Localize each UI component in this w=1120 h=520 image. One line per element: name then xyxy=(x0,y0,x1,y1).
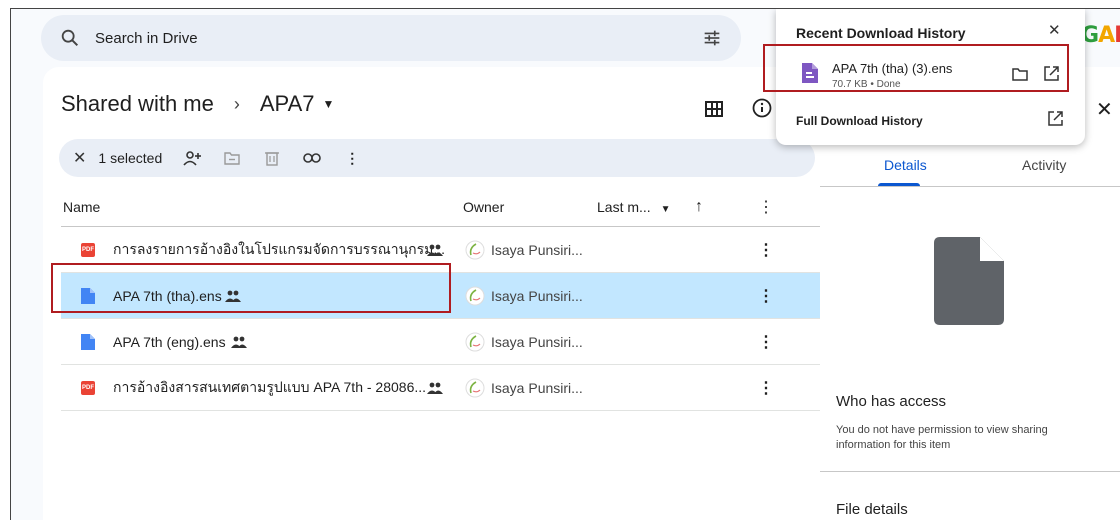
clear-selection-icon[interactable]: ✕ xyxy=(73,148,86,168)
avatar xyxy=(465,332,485,352)
avatar xyxy=(465,378,485,398)
info-icon[interactable] xyxy=(751,97,773,119)
breadcrumb-current[interactable]: APA7 xyxy=(260,91,315,117)
download-file-meta: 70.7 KB • Done xyxy=(832,79,901,90)
file-details-title: File details xyxy=(836,501,908,518)
column-more-icon[interactable]: ⋮ xyxy=(758,197,774,217)
download-file-icon xyxy=(802,63,818,83)
search-options-icon[interactable] xyxy=(701,27,723,49)
file-list: PDF การลงรายการอ้างอิงในโปรแกรมจัดการบรร… xyxy=(61,227,821,411)
table-header: Name Owner Last m... ▼ ↑ ⋮ xyxy=(61,187,821,227)
search-icon xyxy=(61,29,79,47)
file-owner: Isaya Punsiri... xyxy=(491,333,583,350)
row-more-icon[interactable]: ⋮ xyxy=(758,332,774,352)
open-external-icon[interactable] xyxy=(1044,66,1059,81)
row-more-icon[interactable]: ⋮ xyxy=(758,378,774,398)
move-to-folder-icon[interactable] xyxy=(222,148,242,168)
row-more-icon[interactable]: ⋮ xyxy=(758,286,774,306)
selection-count: 1 selected xyxy=(98,150,163,166)
file-name: APA 7th (eng).ens xyxy=(113,333,226,350)
file-name: การอ้างอิงสารสนเทศตามรูปแบบ APA 7th - 28… xyxy=(113,378,427,395)
brand-logo: GAFE xyxy=(1081,23,1120,48)
folder-icon[interactable] xyxy=(1012,67,1028,81)
caret-down-icon[interactable]: ▼ xyxy=(322,97,334,111)
divider xyxy=(820,471,1120,472)
sort-arrow-up-icon[interactable]: ↑ xyxy=(695,198,703,216)
more-actions-icon[interactable]: ⋮ xyxy=(342,148,362,168)
file-name: APA 7th (tha).ens xyxy=(113,287,222,304)
tab-activity[interactable]: Activity xyxy=(1022,157,1066,173)
table-row[interactable]: APA 7th (tha).ens Isaya Punsiri... ⋮ xyxy=(61,273,821,319)
details-tabs: Details Activity xyxy=(820,155,1120,187)
download-popup-title: Recent Download History xyxy=(796,25,966,41)
pdf-icon: PDF xyxy=(81,243,95,257)
shared-icon xyxy=(427,382,443,394)
file-owner: Isaya Punsiri... xyxy=(491,379,583,396)
close-icon[interactable]: ✕ xyxy=(1096,97,1113,122)
drive-window: Search in Drive GAFE Shared with me › AP… xyxy=(10,8,1120,520)
file-list-panel: Shared with me › APA7 ▼ ✕ 1 selected ⋮ N… xyxy=(43,67,823,520)
table-row[interactable]: PDF การลงรายการอ้างอิงในโปรแกรมจัดการบรร… xyxy=(61,227,821,273)
file-preview-icon xyxy=(934,237,1004,325)
download-file-name: APA 7th (tha) (3).ens xyxy=(832,61,953,76)
search-input[interactable]: Search in Drive xyxy=(95,30,701,47)
file-icon xyxy=(81,288,95,304)
shared-icon xyxy=(427,244,443,256)
avatar xyxy=(465,240,485,260)
download-history-popup: Recent Download History ✕ APA 7th (tha) … xyxy=(776,9,1085,145)
open-external-icon[interactable] xyxy=(1048,111,1063,126)
column-owner[interactable]: Owner xyxy=(463,199,504,215)
file-owner: Isaya Punsiri... xyxy=(491,287,583,304)
download-item[interactable]: APA 7th (tha) (3).ens 70.7 KB • Done xyxy=(780,53,1081,99)
link-icon[interactable] xyxy=(302,148,322,168)
full-download-history-link[interactable]: Full Download History xyxy=(796,114,923,128)
file-owner: Isaya Punsiri... xyxy=(491,241,583,258)
avatar xyxy=(465,286,485,306)
chevron-right-icon: › xyxy=(233,93,240,114)
breadcrumb: Shared with me › APA7 ▼ xyxy=(61,91,334,117)
share-icon[interactable] xyxy=(182,148,202,168)
selection-toolbar: ✕ 1 selected ⋮ xyxy=(59,139,815,177)
breadcrumb-root[interactable]: Shared with me xyxy=(61,91,214,117)
grid-view-icon[interactable] xyxy=(705,101,723,117)
who-has-access-title: Who has access xyxy=(836,393,947,410)
shared-icon xyxy=(231,336,247,348)
file-name: การลงรายการอ้างอิงในโปรแกรมจัดการบรรณานุ… xyxy=(113,240,446,257)
who-has-access-text: You do not have permission to view shari… xyxy=(836,424,1048,451)
column-name[interactable]: Name xyxy=(63,199,100,215)
close-icon[interactable]: ✕ xyxy=(1048,21,1061,39)
column-last-modified[interactable]: Last m... ▼ xyxy=(597,199,670,215)
table-row[interactable]: APA 7th (eng).ens Isaya Punsiri... ⋮ xyxy=(61,319,821,365)
search-bar[interactable]: Search in Drive xyxy=(41,15,741,61)
file-icon xyxy=(81,334,95,350)
trash-icon[interactable] xyxy=(262,148,282,168)
active-tab-indicator xyxy=(878,183,920,186)
tab-details[interactable]: Details xyxy=(884,157,927,173)
table-row[interactable]: PDF การอ้างอิงสารสนเทศตามรูปแบบ APA 7th … xyxy=(61,365,821,411)
row-more-icon[interactable]: ⋮ xyxy=(758,240,774,260)
shared-icon xyxy=(225,290,241,302)
pdf-icon: PDF xyxy=(81,381,95,395)
